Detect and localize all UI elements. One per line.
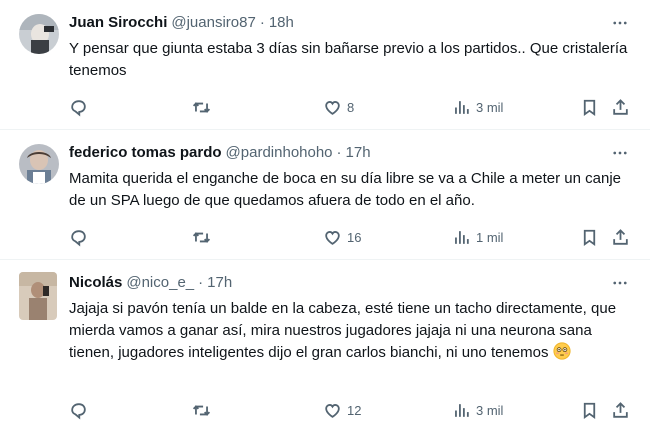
tweet-header: Juan Sirocchi @juansiro87 · 18h — [69, 12, 630, 34]
share-icon — [611, 401, 630, 420]
views-icon — [452, 228, 471, 247]
like-button[interactable]: 8 — [323, 96, 354, 118]
user-handle[interactable]: @juansiro87 — [171, 12, 255, 34]
bookmark-icon — [580, 228, 599, 247]
separator-dot: · — [336, 144, 342, 161]
share-icon — [611, 98, 630, 117]
bookmark-icon — [580, 401, 599, 420]
action-bar: 16 1 mil — [69, 226, 631, 248]
reply-button[interactable] — [69, 96, 93, 118]
retweet-icon — [192, 98, 211, 117]
tweet-text: Mamita querida el enganche de boca en su… — [69, 170, 622, 209]
avatar[interactable] — [19, 14, 59, 54]
retweet-icon — [192, 228, 211, 247]
reply-icon — [69, 228, 88, 247]
timestamp[interactable]: 17h — [346, 142, 371, 164]
tweet-header: Nicolás @nico_e_ · 17h — [69, 272, 630, 294]
like-button[interactable]: 12 — [323, 399, 361, 421]
timestamp[interactable]: 18h — [269, 12, 294, 34]
user-handle[interactable]: @nico_e_ — [126, 272, 194, 294]
more-icon[interactable] — [610, 144, 630, 162]
like-count: 16 — [347, 229, 362, 245]
views-button[interactable]: 3 mil — [452, 96, 503, 118]
tweet-1[interactable]: Juan Sirocchi @juansiro87 · 18h Y pensar… — [0, 0, 650, 130]
separator-dot: · — [259, 14, 265, 31]
display-name[interactable]: Juan Sirocchi — [69, 12, 167, 34]
bookmark-button[interactable] — [580, 96, 599, 118]
views-icon — [452, 401, 471, 420]
retweet-button[interactable] — [192, 399, 216, 421]
views-icon — [452, 98, 471, 117]
bookmark-icon — [580, 98, 599, 117]
flushed-face-emoji — [553, 342, 571, 360]
reply-button[interactable] — [69, 226, 93, 248]
reply-icon — [69, 98, 88, 117]
retweet-icon — [192, 401, 211, 420]
share-button[interactable] — [611, 399, 630, 421]
display-name[interactable]: federico tomas pardo — [69, 142, 222, 164]
action-bar: 8 3 mil — [69, 96, 631, 118]
bookmark-button[interactable] — [580, 226, 599, 248]
reply-icon — [69, 401, 88, 420]
reply-thread: Juan Sirocchi @juansiro87 · 18h Y pensar… — [0, 0, 650, 426]
avatar[interactable] — [19, 144, 59, 184]
like-icon — [323, 98, 342, 117]
views-button[interactable]: 1 mil — [452, 226, 503, 248]
tweet-2[interactable]: federico tomas pardo @pardinhohoho · 17h… — [0, 130, 650, 260]
reply-button[interactable] — [69, 399, 93, 421]
more-icon[interactable] — [610, 14, 630, 32]
like-count: 12 — [347, 402, 362, 418]
action-bar: 12 3 mil — [69, 399, 631, 421]
more-icon[interactable] — [610, 274, 630, 292]
timestamp[interactable]: 17h — [207, 272, 232, 294]
user-handle[interactable]: @pardinhohoho — [226, 142, 333, 164]
like-icon — [323, 401, 342, 420]
retweet-button[interactable] — [192, 96, 216, 118]
tweet-text: Y pensar que giunta estaba 3 días sin ba… — [69, 40, 628, 79]
like-count: 8 — [347, 99, 355, 115]
separator-dot: · — [198, 274, 204, 291]
display-name[interactable]: Nicolás — [69, 272, 122, 294]
share-button[interactable] — [611, 96, 630, 118]
tweet-header: federico tomas pardo @pardinhohoho · 17h — [69, 142, 630, 164]
share-icon — [611, 228, 630, 247]
like-button[interactable]: 16 — [323, 226, 361, 248]
view-count: 3 mil — [476, 99, 504, 115]
retweet-button[interactable] — [192, 226, 216, 248]
like-icon — [323, 228, 342, 247]
tweet-text: Jajaja si pavón tenía un balde en la cab… — [69, 298, 630, 364]
view-count: 3 mil — [476, 402, 504, 418]
tweet-text-content: Jajaja si pavón tenía un balde en la cab… — [69, 300, 617, 361]
tweet-3[interactable]: Nicolás @nico_e_ · 17h Jajaja si pavón t… — [0, 260, 650, 426]
avatar[interactable] — [19, 272, 57, 320]
views-button[interactable]: 3 mil — [452, 399, 503, 421]
view-count: 1 mil — [476, 229, 504, 245]
bookmark-button[interactable] — [580, 399, 599, 421]
share-button[interactable] — [611, 226, 630, 248]
